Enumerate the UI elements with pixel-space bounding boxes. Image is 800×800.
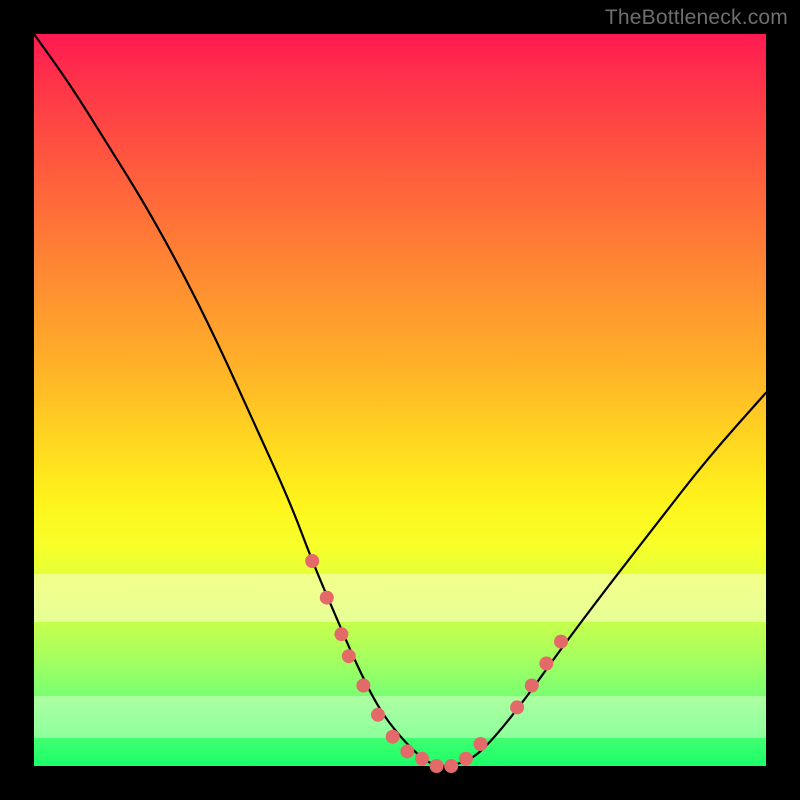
- curve-marker: [430, 759, 444, 773]
- curve-marker: [459, 752, 473, 766]
- curve-marker: [334, 627, 348, 641]
- curve-marker: [386, 730, 400, 744]
- plot-area: [34, 34, 766, 766]
- watermark-text: TheBottleneck.com: [605, 6, 788, 30]
- curve-marker: [444, 759, 458, 773]
- curve-marker: [342, 649, 356, 663]
- curve-layer: [34, 34, 766, 766]
- curve-marker: [539, 657, 553, 671]
- curve-marker: [415, 752, 429, 766]
- curve-marker: [525, 679, 539, 693]
- curve-marker: [320, 591, 334, 605]
- curve-marker: [554, 635, 568, 649]
- curve-marker: [356, 679, 370, 693]
- curve-markers: [305, 554, 568, 773]
- bottleneck-curve: [34, 34, 766, 766]
- chart-frame: TheBottleneck.com: [0, 0, 800, 800]
- curve-marker: [305, 554, 319, 568]
- curve-marker: [371, 708, 385, 722]
- curve-marker: [400, 744, 414, 758]
- curve-marker: [474, 737, 488, 751]
- curve-marker: [510, 700, 524, 714]
